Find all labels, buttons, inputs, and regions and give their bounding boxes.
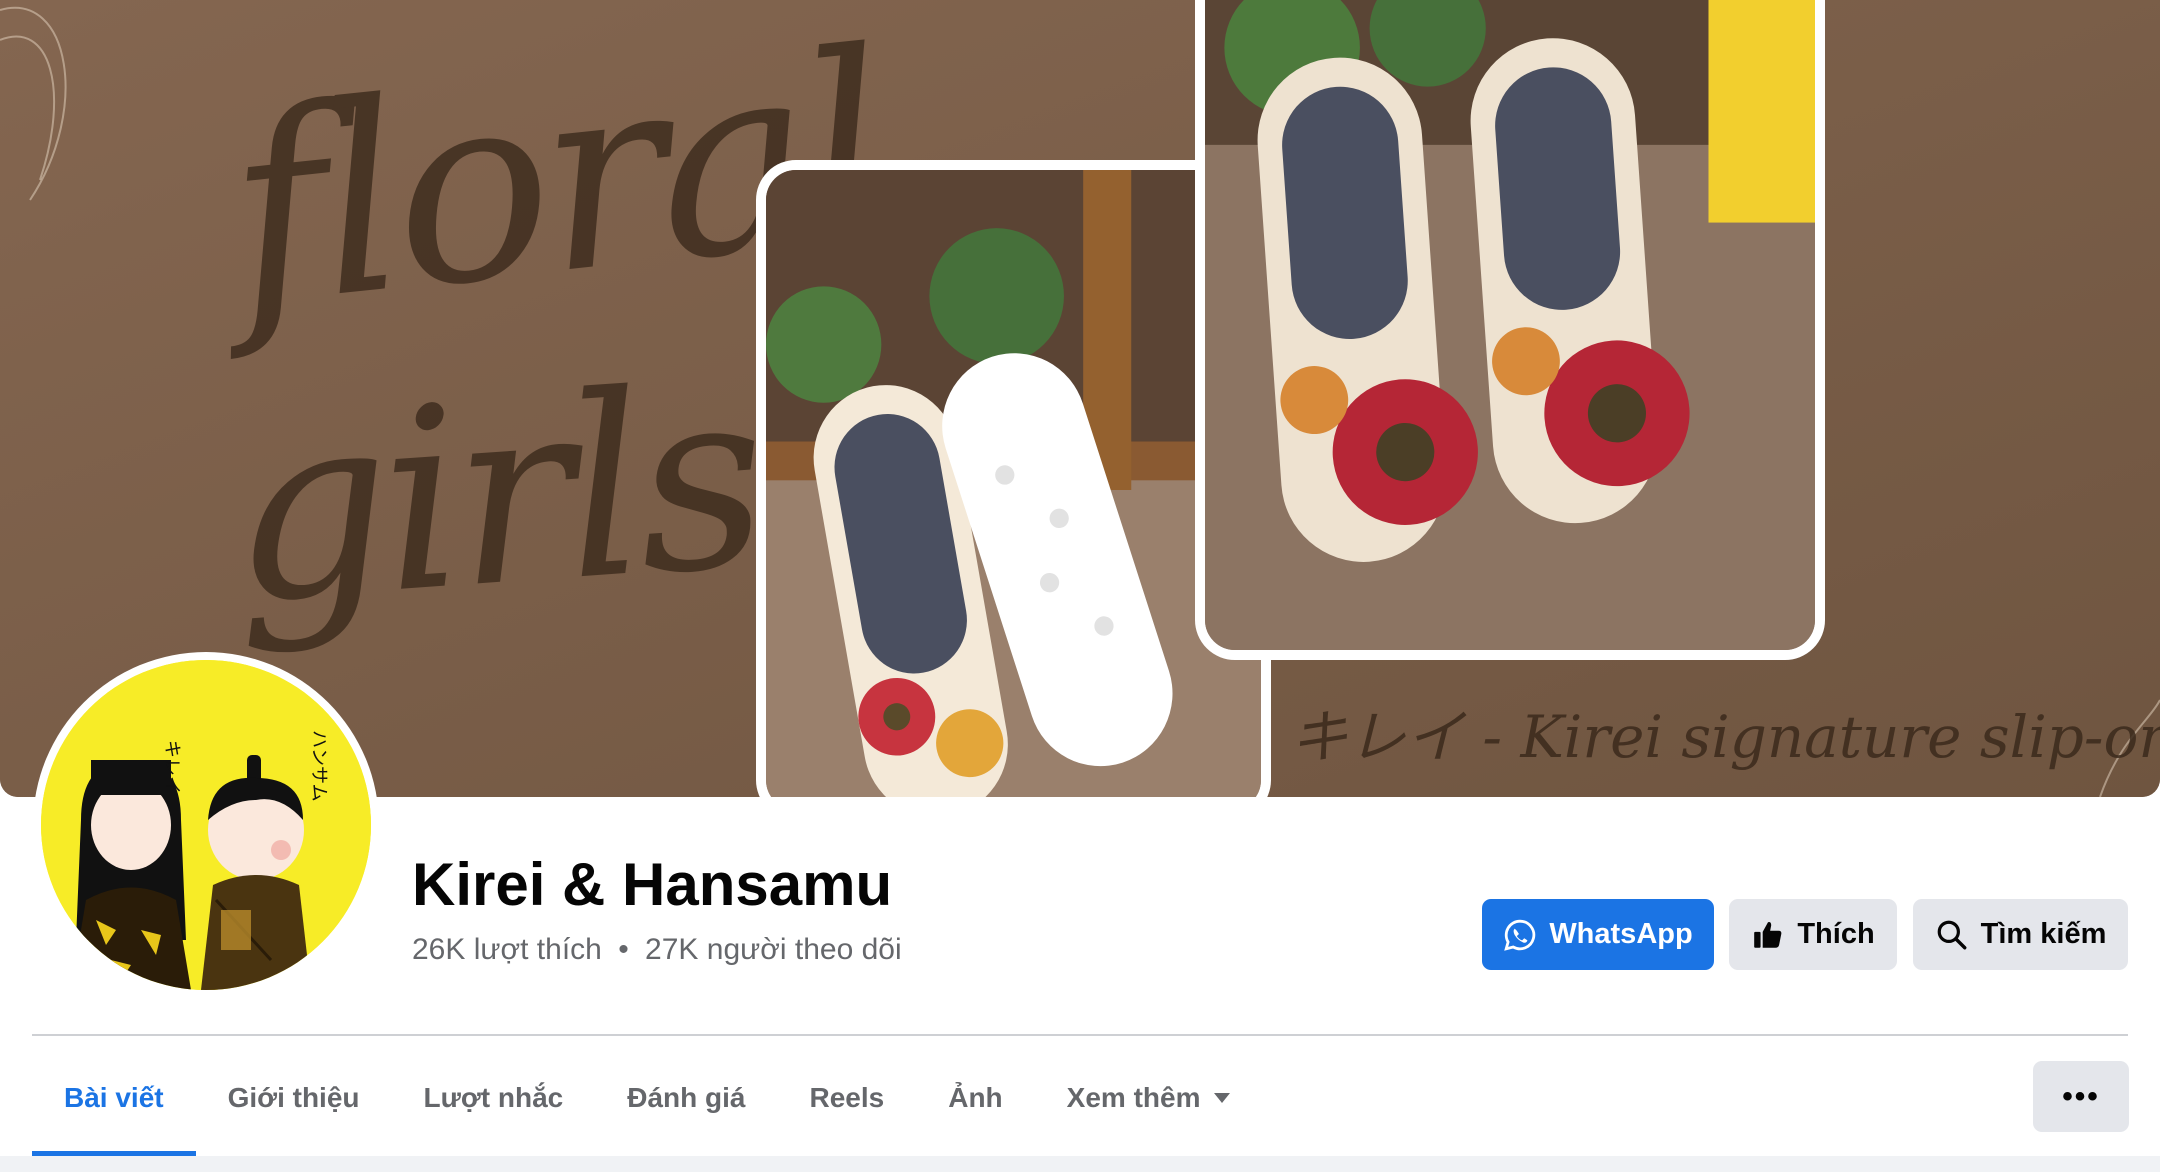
cover-shoe-photo-right [1195, 0, 1825, 660]
tab-about[interactable]: Giới thiệu [196, 1040, 392, 1156]
profile-avatar[interactable]: キレイ ハンサム [33, 652, 379, 998]
page-stats: 26K lượt thích • 27K người theo dõi [412, 933, 902, 967]
avatar-label-kirei: キレイ [161, 740, 182, 794]
tab-photos[interactable]: Ảnh [916, 1040, 1034, 1156]
cover-shoe-photo-left [756, 160, 1271, 797]
followers-count[interactable]: 27K người theo dõi [645, 933, 902, 966]
feed-background [0, 1156, 2160, 1172]
like-button[interactable]: Thích [1729, 899, 1897, 970]
tab-see-more[interactable]: Xem thêm [1035, 1040, 1263, 1156]
cover-script-girls: girls [220, 331, 768, 660]
tab-reviews-label: Đánh giá [627, 1082, 746, 1113]
likes-count[interactable]: 26K lượt thích [412, 933, 602, 966]
tab-photos-label: Ảnh [948, 1082, 1003, 1113]
caret-down-icon [1214, 1093, 1231, 1103]
avatar-label-hansamu: ハンサム [308, 730, 329, 802]
page-tabs: Bài viết Giới thiệu Lượt nhắc Đánh giá R… [32, 1040, 1262, 1156]
more-dots-icon: ••• [2062, 1079, 2100, 1113]
cover-tagline: キレイ - Kirei signature slip-on [1290, 703, 2160, 771]
tab-mentions-label: Lượt nhắc [423, 1082, 564, 1113]
search-button-label: Tìm kiếm [1980, 918, 2107, 950]
tab-reels-label: Reels [809, 1082, 885, 1113]
stats-separator: • [618, 933, 629, 966]
whatsapp-icon [1504, 919, 1536, 951]
avatar-illustration: キレイ ハンサム [41, 660, 371, 990]
whatsapp-button[interactable]: WhatsApp [1482, 899, 1714, 970]
tab-mentions[interactable]: Lượt nhắc [392, 1040, 596, 1156]
like-button-label: Thích [1797, 918, 1875, 950]
page-title: Kirei & Hansamu [412, 851, 893, 918]
tab-reels[interactable]: Reels [778, 1040, 917, 1156]
tab-see-more-label: Xem thêm [1066, 1082, 1201, 1113]
header-divider [32, 1034, 2128, 1036]
tab-about-label: Giới thiệu [227, 1082, 360, 1113]
whatsapp-button-label: WhatsApp [1549, 918, 1693, 950]
tab-reviews[interactable]: Đánh giá [595, 1040, 777, 1156]
search-icon [1937, 920, 1967, 949]
tab-posts-label: Bài viết [64, 1082, 164, 1113]
tab-posts[interactable]: Bài viết [32, 1040, 196, 1156]
search-button[interactable]: Tìm kiếm [1913, 899, 2128, 970]
thumbs-up-icon [1754, 921, 1782, 948]
more-options-button[interactable]: ••• [2033, 1061, 2129, 1132]
